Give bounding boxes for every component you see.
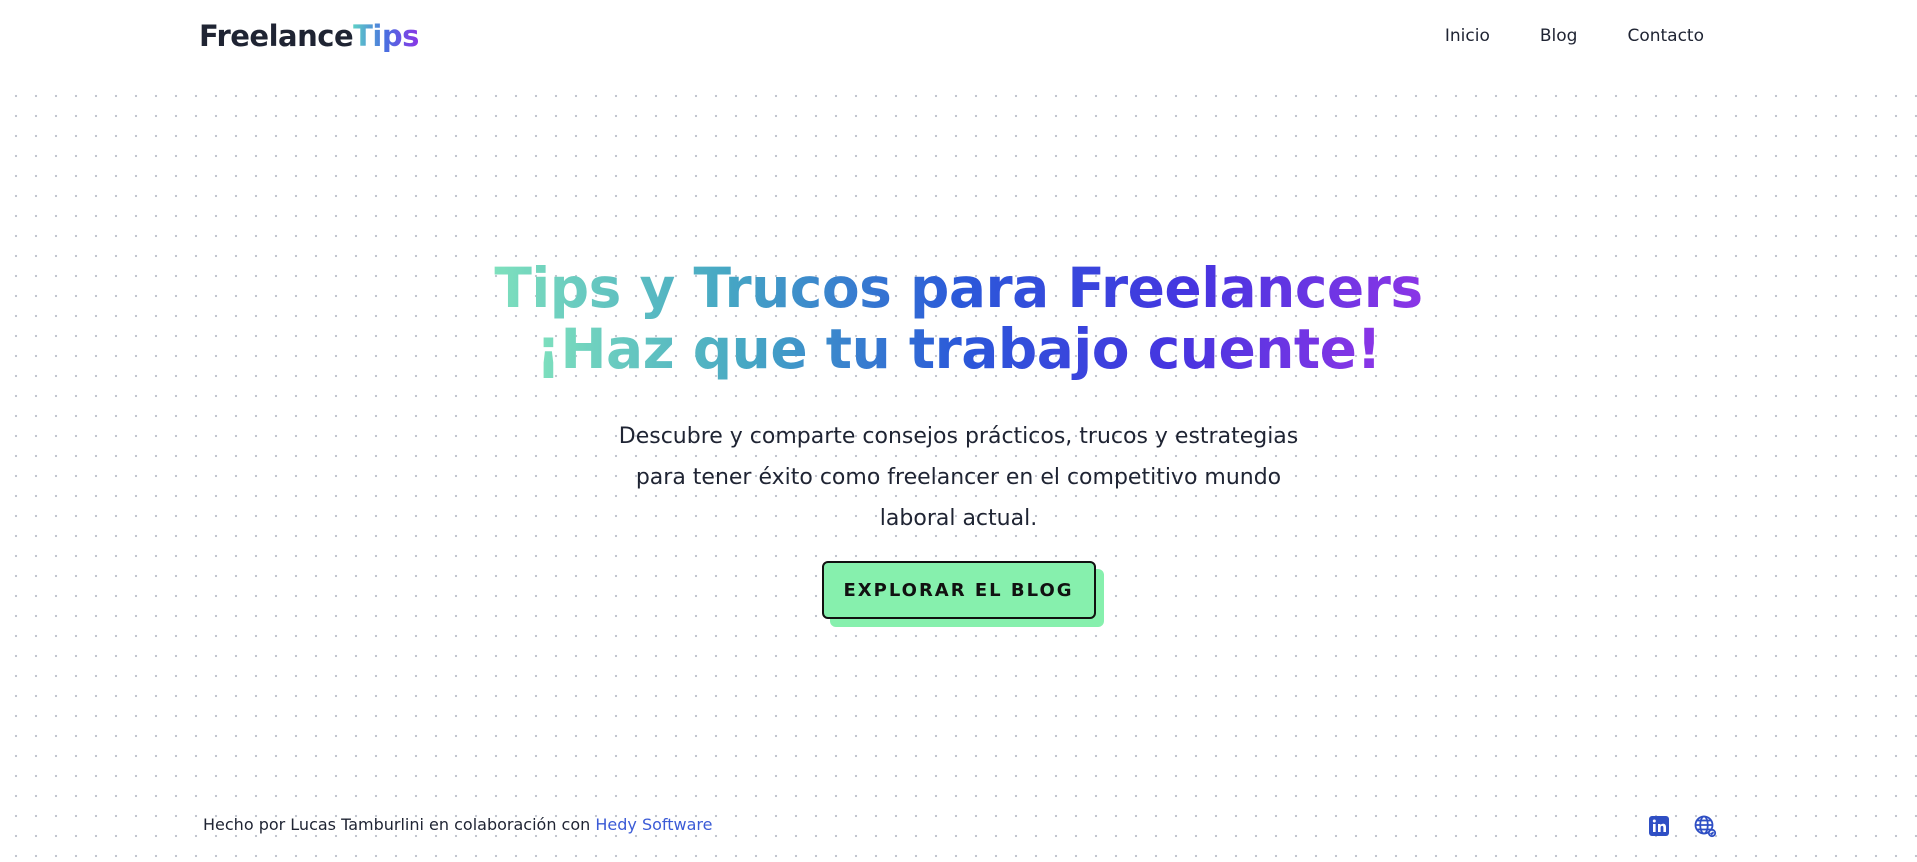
hedy-software-link[interactable]: Hedy Software	[595, 815, 712, 834]
hero-section: Tips y Trucos para Freelancers ¡Haz que …	[0, 258, 1917, 627]
explore-blog-button[interactable]: EXPLORAR EL BLOG	[821, 561, 1096, 619]
nav-link-contacto[interactable]: Contacto	[1627, 26, 1704, 46]
headline-line-2: ¡Haz que tu trabajo cuente!	[535, 317, 1382, 381]
hero-subtitle: Descubre y comparte consejos prácticos, …	[618, 424, 1299, 531]
social-links	[1647, 814, 1717, 838]
linkedin-icon[interactable]	[1647, 814, 1671, 838]
site-logo[interactable]: FreelanceTips	[199, 19, 419, 53]
hero-headline: Tips y Trucos para Freelancers ¡Haz que …	[0, 258, 1917, 380]
cta-container: EXPLORAR EL BLOG	[821, 561, 1104, 627]
logo-text-freelance: Freelance	[199, 19, 354, 53]
footer-credit: Hecho por Lucas Tamburlini en colaboraci…	[203, 815, 712, 834]
site-footer: Hecho por Lucas Tamburlini en colaboraci…	[0, 812, 1917, 842]
main-nav: Inicio Blog Contacto	[1445, 26, 1704, 46]
globe-icon[interactable]	[1693, 814, 1717, 838]
headline-line-1: Tips y Trucos para Freelancers	[494, 256, 1423, 320]
credit-text: Hecho por Lucas Tamburlini en colaboraci…	[203, 815, 596, 834]
nav-link-inicio[interactable]: Inicio	[1445, 26, 1490, 46]
nav-link-blog[interactable]: Blog	[1540, 26, 1578, 46]
site-header: FreelanceTips Inicio Blog Contacto	[0, 0, 1917, 82]
page: FreelanceTips Inicio Blog Contacto Tips …	[0, 0, 1917, 862]
logo-text-tips: Tips	[353, 19, 419, 53]
